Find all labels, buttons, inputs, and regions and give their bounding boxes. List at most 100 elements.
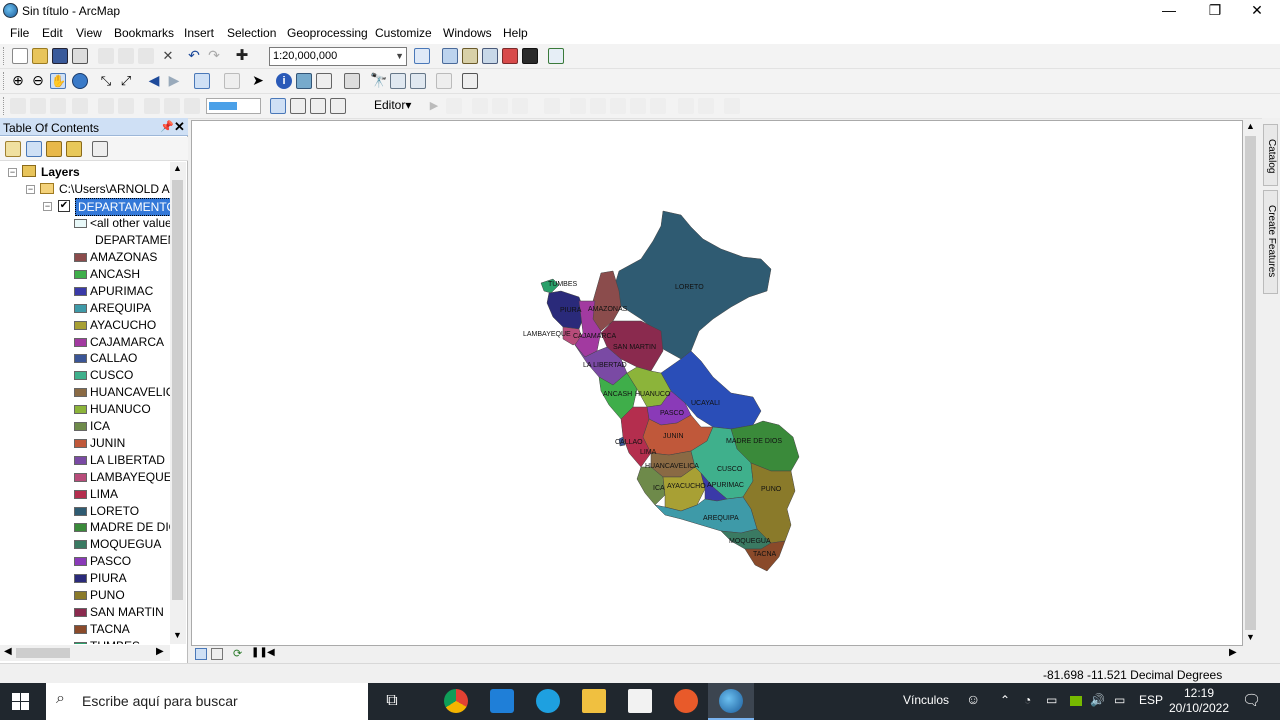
fixed-zoom-in-icon[interactable]: ⤡ [98, 73, 114, 89]
windows-start-icon[interactable] [12, 693, 29, 710]
legend-item[interactable]: ANCASH [0, 267, 170, 284]
arctoolbox-icon[interactable] [502, 48, 518, 64]
legend-item[interactable]: LIMA [0, 487, 170, 504]
identify-icon[interactable]: i [276, 73, 292, 89]
scroll-up-icon[interactable]: ▲ [173, 163, 182, 173]
undo-icon[interactable]: ↶ [186, 48, 202, 64]
scroll-down-icon[interactable]: ▼ [173, 630, 182, 640]
legend-item[interactable]: LAMBAYEQUE [0, 470, 170, 487]
delete-icon[interactable]: ✕ [160, 48, 176, 64]
task-view-icon[interactable]: ⧉ [380, 689, 404, 713]
minimize-button[interactable]: — [1146, 0, 1192, 22]
legend-swatch[interactable] [74, 607, 87, 617]
go-to-xy-icon[interactable] [410, 73, 426, 89]
legend-item[interactable]: JUNIN [0, 436, 170, 453]
close-button[interactable]: ✕ [1234, 0, 1280, 22]
legend-item[interactable]: CUSCO [0, 368, 170, 385]
catalog-tab[interactable]: Catalog [1263, 124, 1278, 186]
create-features-icon[interactable] [724, 98, 740, 114]
add-data-icon[interactable]: ✚ [234, 48, 250, 64]
legend-swatch[interactable] [74, 624, 87, 634]
map-view[interactable]: LORETO TUMBES PIURA AMAZONAS LAMBAYEQUE … [191, 120, 1243, 646]
toc-horizontal-scrollbar[interactable]: ◀ ▶ [0, 645, 170, 661]
menu-insert[interactable]: Insert [184, 26, 214, 40]
layout-zoom-out-icon[interactable] [30, 98, 46, 114]
legend-swatch[interactable] [74, 472, 87, 482]
legend-item[interactable]: PUNO [0, 588, 170, 605]
python-window-icon[interactable] [522, 48, 538, 64]
people-icon[interactable]: ☺ [966, 691, 980, 707]
print-icon[interactable] [72, 48, 88, 64]
links-toolbar-label[interactable]: Vínculos [903, 693, 949, 707]
legend-swatch[interactable] [74, 422, 87, 431]
notifications-icon[interactable]: 🗨 [1242, 691, 1261, 709]
zoom-out-icon[interactable]: ⊖ [30, 73, 46, 89]
layout-back-icon[interactable] [144, 98, 160, 114]
legend-item[interactable]: LORETO [0, 504, 170, 521]
legend-item[interactable]: AMAZONAS [0, 250, 170, 267]
change-layout-icon[interactable] [290, 98, 306, 114]
layout-view-button[interactable] [211, 648, 223, 660]
list-by-drawing-order-icon[interactable] [5, 141, 21, 157]
legend-swatch[interactable] [74, 455, 87, 465]
legend-swatch[interactable] [74, 557, 87, 567]
toc-close-icon[interactable]: ✕ [174, 119, 185, 135]
legend-swatch[interactable] [74, 523, 87, 533]
legend-swatch[interactable] [74, 269, 87, 279]
refresh-icon[interactable]: ⟳ [233, 647, 242, 660]
network-icon[interactable]: ◔ [1024, 693, 1031, 707]
folder-node[interactable]: − C:\Users\ARNOLD AL\ [0, 182, 170, 199]
menu-geoprocessing[interactable]: Geoprocessing [287, 26, 368, 40]
redo-icon[interactable]: ↷ [206, 48, 222, 64]
legend-swatch[interactable] [74, 438, 87, 448]
legend-swatch[interactable] [74, 574, 87, 584]
map-scale-input[interactable]: 1:20,000,000 ▼ [269, 47, 407, 66]
legend-item[interactable]: APURIMAC [0, 284, 170, 301]
legend-item[interactable]: AYACUCHO [0, 318, 170, 335]
legend-item[interactable]: PIURA [0, 571, 170, 588]
create-features-tab[interactable]: Create Features [1263, 190, 1278, 294]
menu-customize[interactable]: Customize [375, 26, 432, 40]
forward-extent-icon[interactable]: ▶ [166, 73, 182, 89]
menu-bookmarks[interactable]: Bookmarks [114, 26, 174, 40]
legend-item[interactable]: ICA [0, 419, 170, 436]
edge-icon[interactable] [536, 689, 560, 713]
layout-zoom-100-icon[interactable] [118, 98, 134, 114]
menu-windows[interactable]: Windows [443, 26, 492, 40]
save-icon[interactable] [52, 48, 68, 64]
legend-swatch[interactable] [74, 540, 87, 550]
open-folder-icon[interactable] [32, 48, 48, 64]
copy-icon[interactable] [118, 48, 134, 64]
edit-tool-icon[interactable]: ▶ [426, 98, 442, 114]
new-document-icon[interactable] [12, 48, 28, 64]
catalog-window-icon[interactable] [462, 48, 478, 64]
clear-selection-icon[interactable] [224, 73, 240, 89]
legend-item[interactable]: CAJAMARCA [0, 335, 170, 352]
legend-item[interactable]: SAN MARTIN [0, 605, 170, 622]
menu-help[interactable]: Help [503, 26, 528, 40]
time-slider-icon[interactable] [436, 73, 452, 89]
fixed-zoom-out-icon[interactable]: ⤢ [118, 73, 134, 89]
arcmap-taskbar-button[interactable] [708, 683, 754, 720]
layers-node[interactable]: − Layers [0, 165, 170, 182]
model-builder-icon[interactable] [548, 48, 564, 64]
toolbar-grip[interactable] [3, 97, 6, 115]
editor-menu-button[interactable]: Editor▾ [374, 98, 411, 112]
edit-annotation-icon[interactable] [446, 98, 462, 114]
scroll-up-icon[interactable]: ▲ [1246, 121, 1255, 131]
toggle-draft-icon[interactable] [184, 98, 200, 114]
list-by-source-icon[interactable] [26, 141, 42, 157]
pan-icon[interactable]: ✋ [50, 73, 66, 89]
legend-swatch[interactable] [74, 641, 87, 644]
list-by-visibility-icon[interactable] [46, 141, 62, 157]
legend-item[interactable]: TUMBES [0, 639, 170, 644]
layer-name-label[interactable]: DEPARTAMENTOS [75, 198, 170, 216]
scroll-down-icon[interactable]: ▼ [1246, 632, 1255, 642]
scroll-left-icon[interactable]: ◀ [4, 646, 12, 657]
legend-item[interactable]: MADRE DE DIOS [0, 520, 170, 537]
search-window-icon[interactable] [482, 48, 498, 64]
pin-icon[interactable]: 📌 [160, 120, 174, 133]
show-hidden-icons-icon[interactable]: ⌃ [1000, 693, 1010, 707]
legend-swatch[interactable] [74, 388, 87, 398]
list-by-selection-icon[interactable] [66, 141, 82, 157]
